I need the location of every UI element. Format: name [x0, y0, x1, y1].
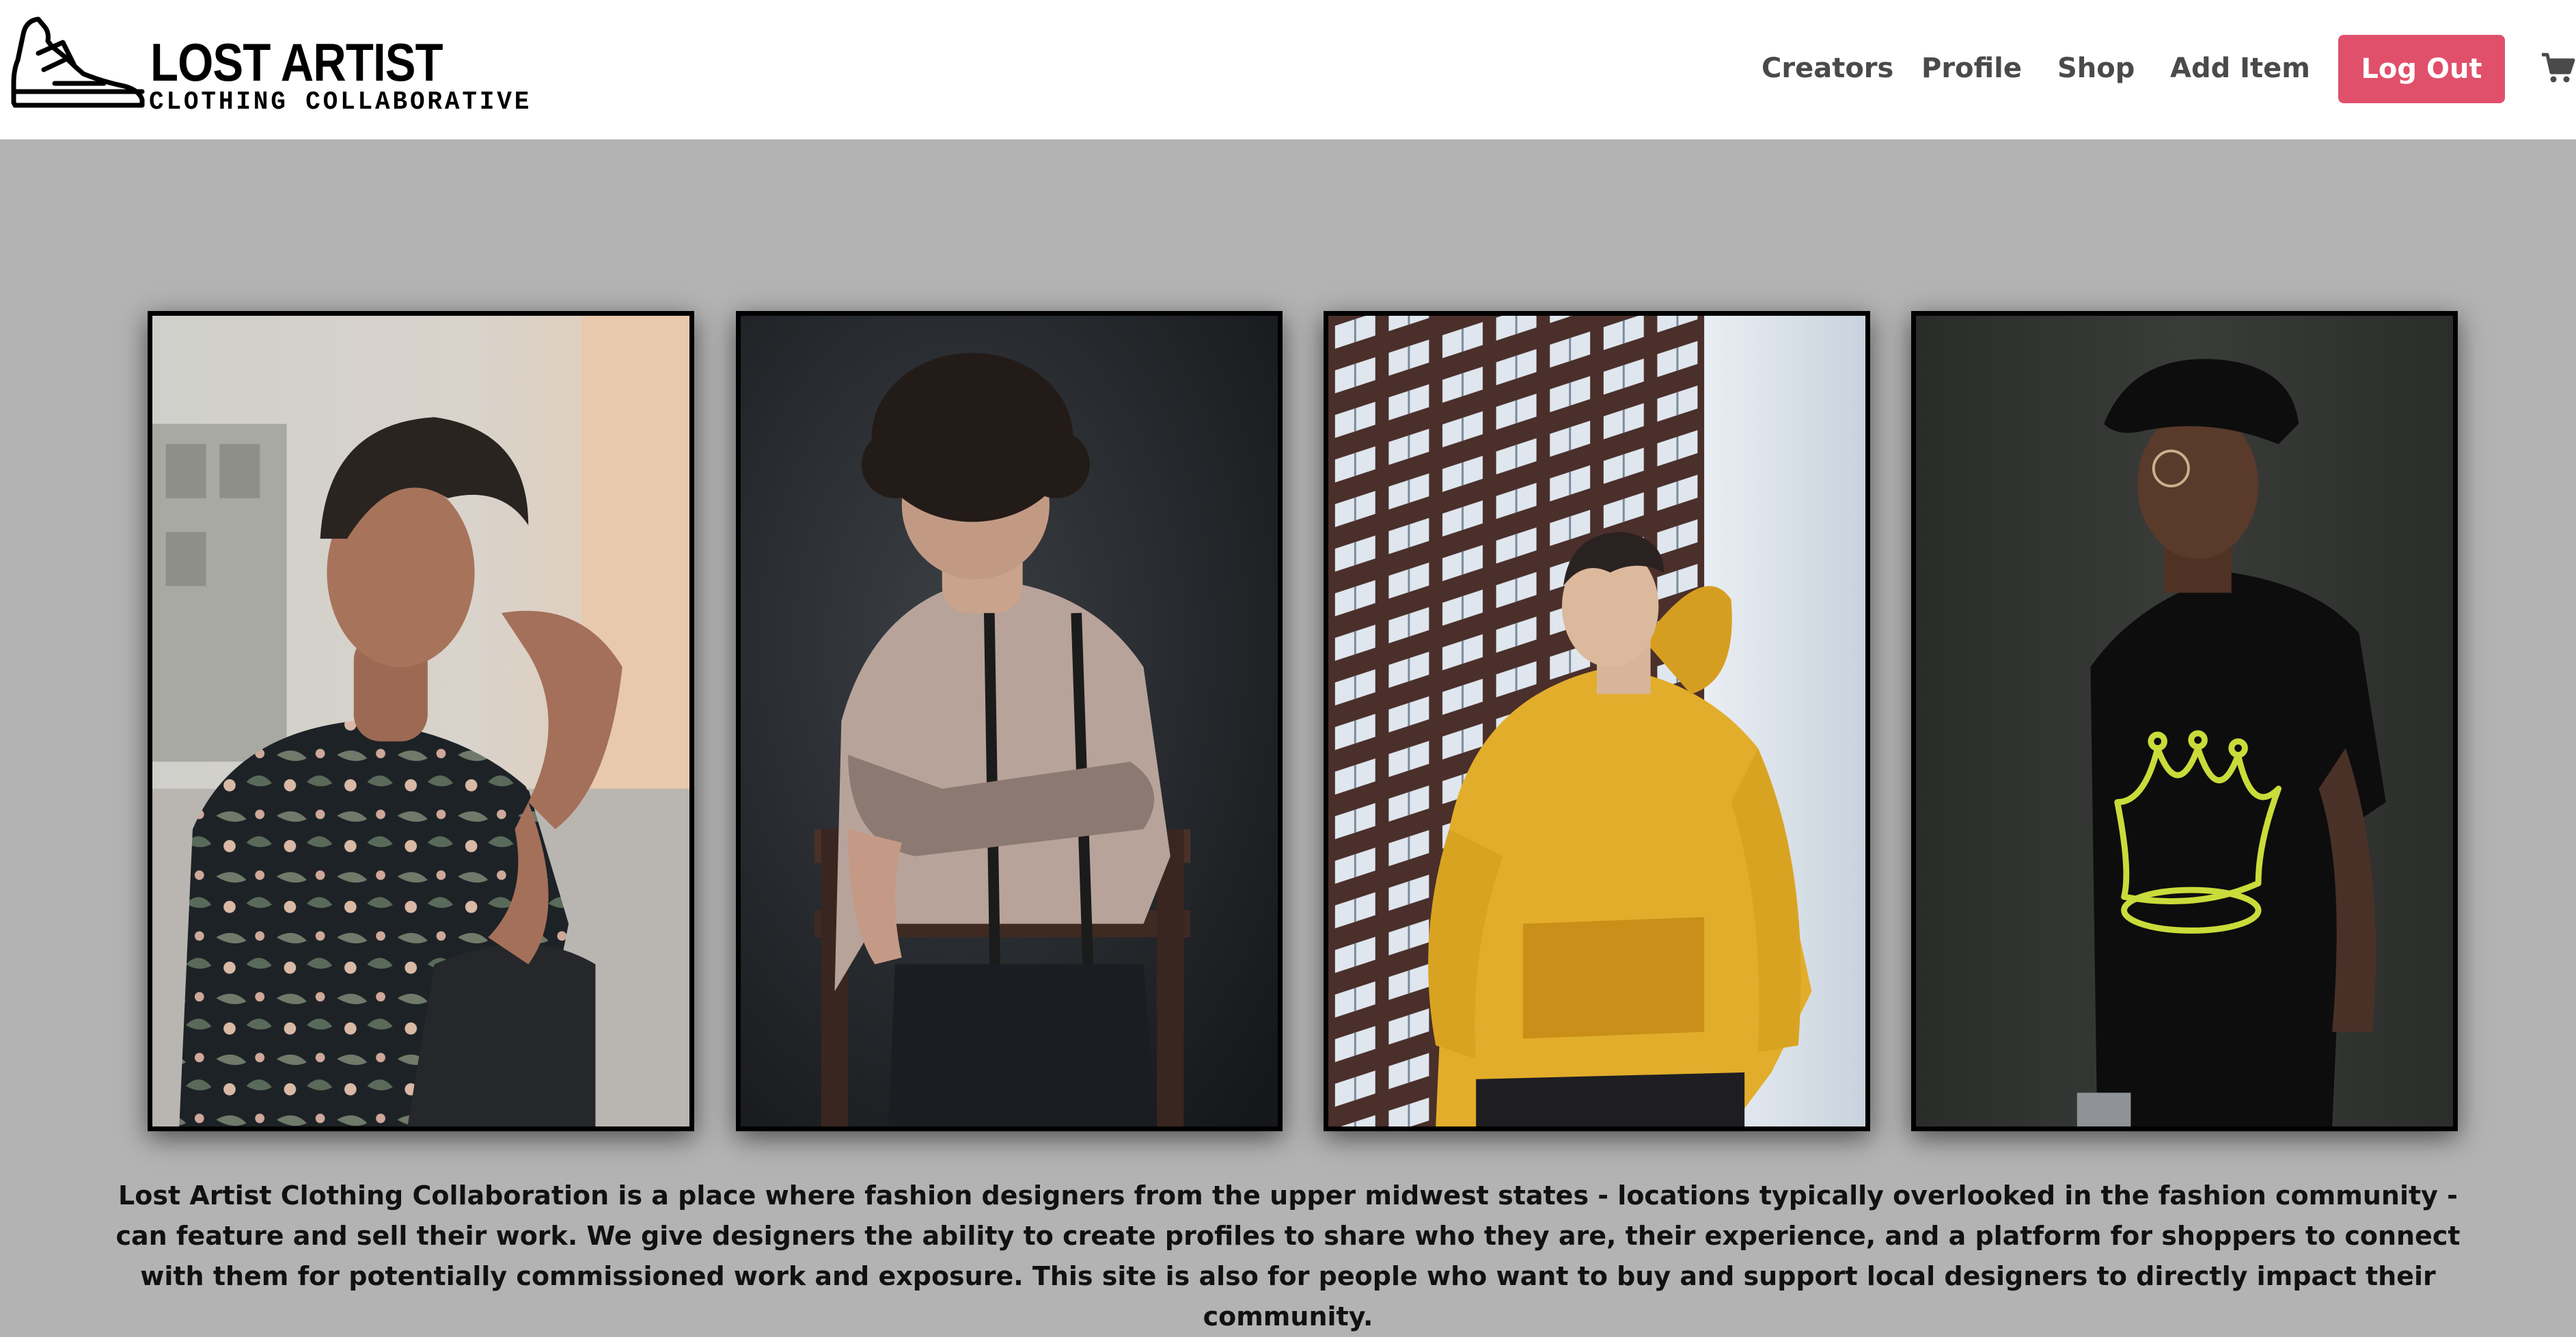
- nav-creators[interactable]: Creators: [1762, 49, 1893, 87]
- cart-icon[interactable]: [2540, 51, 2576, 86]
- man-floral-shirt-photo: [148, 311, 694, 1131]
- brand-subtitle: CLOTHING COLLABORATIVE: [149, 87, 532, 117]
- site-description: Lost Artist Clothing Collaboration is a …: [115, 1180, 2461, 1332]
- nav-shop[interactable]: Shop: [2057, 49, 2135, 87]
- site-header: LOST ARTIST CLOTHING COLLABORATIVE Creat…: [0, 0, 2576, 139]
- nav-profile[interactable]: Profile: [1921, 49, 2022, 87]
- nav-add-item[interactable]: Add Item: [2170, 49, 2310, 87]
- man-crown-tee-photo: [1911, 311, 2458, 1131]
- man-yellow-hoodie-photo: [1324, 311, 1870, 1131]
- brand-logo[interactable]: LOST ARTIST CLOTHING COLLABORATIVE: [8, 15, 609, 118]
- sneaker-icon: [11, 16, 145, 108]
- brand-title: LOST ARTIST: [150, 32, 443, 92]
- man-chair-photo: [736, 311, 1283, 1131]
- logout-button[interactable]: Log Out: [2338, 35, 2505, 103]
